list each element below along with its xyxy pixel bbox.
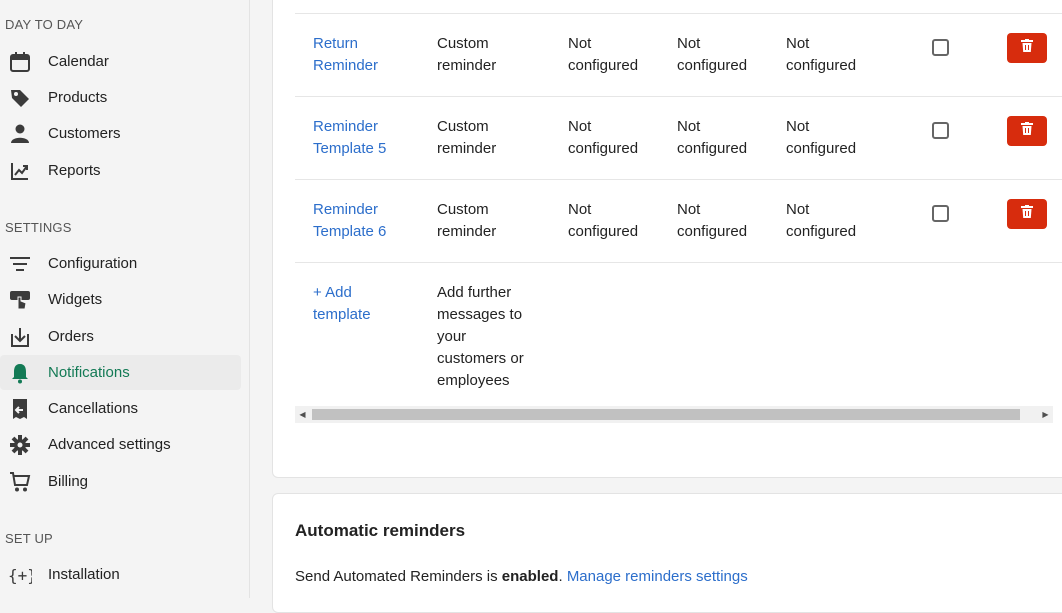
trash-icon	[1021, 205, 1033, 223]
sidebar-item-label: Reports	[48, 162, 101, 179]
template-checkbox[interactable]	[932, 205, 949, 222]
code-braces-icon: {+}	[7, 562, 33, 588]
sidebar-item-label: Customers	[48, 125, 121, 142]
sidebar-item-cancellations[interactable]: Cancellations	[0, 391, 241, 426]
sidebar-item-label: Orders	[48, 328, 94, 345]
channel-status: Not configured	[677, 201, 748, 240]
scrollbar-thumb[interactable]	[312, 409, 1020, 420]
section-title-set-up: SET UP	[5, 531, 53, 546]
trash-icon	[1021, 122, 1033, 140]
calendar-icon	[7, 49, 33, 75]
sidebar-item-calendar[interactable]: Calendar	[0, 44, 241, 79]
channel-status: Not configured	[568, 35, 639, 74]
sidebar-item-billing[interactable]: Billing	[0, 464, 241, 499]
sidebar-item-label: Configuration	[48, 255, 138, 272]
sidebar-item-configuration[interactable]: Configuration	[0, 246, 241, 281]
sidebar-item-customers[interactable]: Customers	[0, 116, 241, 151]
sidebar-item-widgets[interactable]: Widgets	[0, 282, 241, 317]
cart-icon	[7, 469, 33, 495]
sidebar-item-reports[interactable]: Reports	[0, 153, 241, 188]
section-title-day-to-day: DAY TO DAY	[5, 17, 84, 32]
template-type: Custom reminder	[437, 201, 497, 240]
section-title-settings: SETTINGS	[5, 220, 72, 235]
sidebar: DAY TO DAY Calendar Products Customers R…	[0, 0, 250, 598]
status-value: enabled	[501, 568, 559, 585]
reports-icon	[7, 158, 33, 184]
delete-button[interactable]	[1007, 199, 1047, 229]
horizontal-scrollbar[interactable]: ◀ ▶	[295, 406, 1053, 423]
sidebar-item-notifications[interactable]: Notifications	[0, 355, 241, 390]
status-text-prefix: Send Automated Reminders is	[295, 568, 502, 585]
trash-icon	[1021, 39, 1033, 57]
filter-lines-icon	[7, 251, 33, 277]
automatic-reminders-title: Automatic reminders	[295, 521, 466, 540]
bell-icon	[7, 360, 33, 386]
tag-icon	[7, 85, 33, 111]
channel-status: Not configured	[786, 35, 857, 74]
svg-text:{+}: {+}	[8, 566, 32, 585]
scroll-right-arrow-icon[interactable]: ▶	[1038, 406, 1053, 423]
template-name-link[interactable]: Reminder Template 6	[313, 199, 386, 243]
channel-status: Not configured	[786, 201, 857, 240]
sidebar-item-label: Installation	[48, 566, 120, 583]
table-row: Return Reminder Custom reminder Not configu…	[295, 13, 1062, 97]
table-row: Reminder Template 5 Custom reminder Not con…	[295, 96, 1062, 180]
sidebar-item-label: Cancellations	[48, 400, 139, 417]
template-type: Custom reminder	[437, 35, 497, 74]
add-template-link[interactable]: + Add template	[313, 282, 371, 326]
automatic-reminders-status: Send Automated Reminders is enabled. Man…	[295, 567, 748, 587]
template-checkbox[interactable]	[932, 39, 949, 56]
manage-reminders-settings-link[interactable]: Manage reminders settings	[567, 568, 748, 585]
channel-status: Not configured	[786, 118, 857, 157]
channel-status: Not configured	[568, 201, 639, 240]
delete-button[interactable]	[1007, 33, 1047, 63]
sidebar-item-orders[interactable]: Orders	[0, 319, 241, 354]
add-template-description: Add further messages to your customers o…	[437, 284, 524, 389]
channel-status: Not configured	[568, 118, 639, 157]
widget-hand-icon	[7, 287, 33, 313]
table-row: Reminder Template 6 Custom reminder Not con…	[295, 179, 1062, 263]
sidebar-item-products[interactable]: Products	[0, 80, 241, 115]
receipt-return-icon	[7, 396, 33, 422]
channel-status: Not configured	[677, 35, 748, 74]
sidebar-item-label: Products	[48, 89, 108, 106]
sidebar-item-label: Notifications	[48, 364, 130, 381]
sidebar-item-label: Calendar	[48, 53, 109, 70]
sidebar-item-installation[interactable]: {+} Installation	[0, 557, 241, 592]
template-name-link[interactable]: Reminder Template 5	[313, 116, 386, 160]
sidebar-item-label: Advanced settings	[48, 436, 171, 453]
download-box-icon	[7, 324, 33, 350]
sidebar-item-advanced-settings[interactable]: Advanced settings	[0, 427, 241, 462]
template-checkbox[interactable]	[932, 122, 949, 139]
gear-icon	[7, 432, 33, 458]
template-type: Custom reminder	[437, 118, 497, 157]
status-text-suffix: .	[558, 568, 567, 585]
channel-status: Not configured	[677, 118, 748, 157]
person-icon	[7, 121, 33, 147]
add-template-row: + Add template Add further messages to yo…	[295, 262, 1062, 406]
sidebar-item-label: Widgets	[48, 291, 103, 308]
automatic-reminders-card	[272, 493, 1062, 613]
sidebar-item-label: Billing	[48, 473, 89, 490]
template-name-link[interactable]: Return Reminder	[313, 33, 378, 77]
delete-button[interactable]	[1007, 116, 1047, 146]
scroll-left-arrow-icon[interactable]: ◀	[295, 406, 310, 423]
